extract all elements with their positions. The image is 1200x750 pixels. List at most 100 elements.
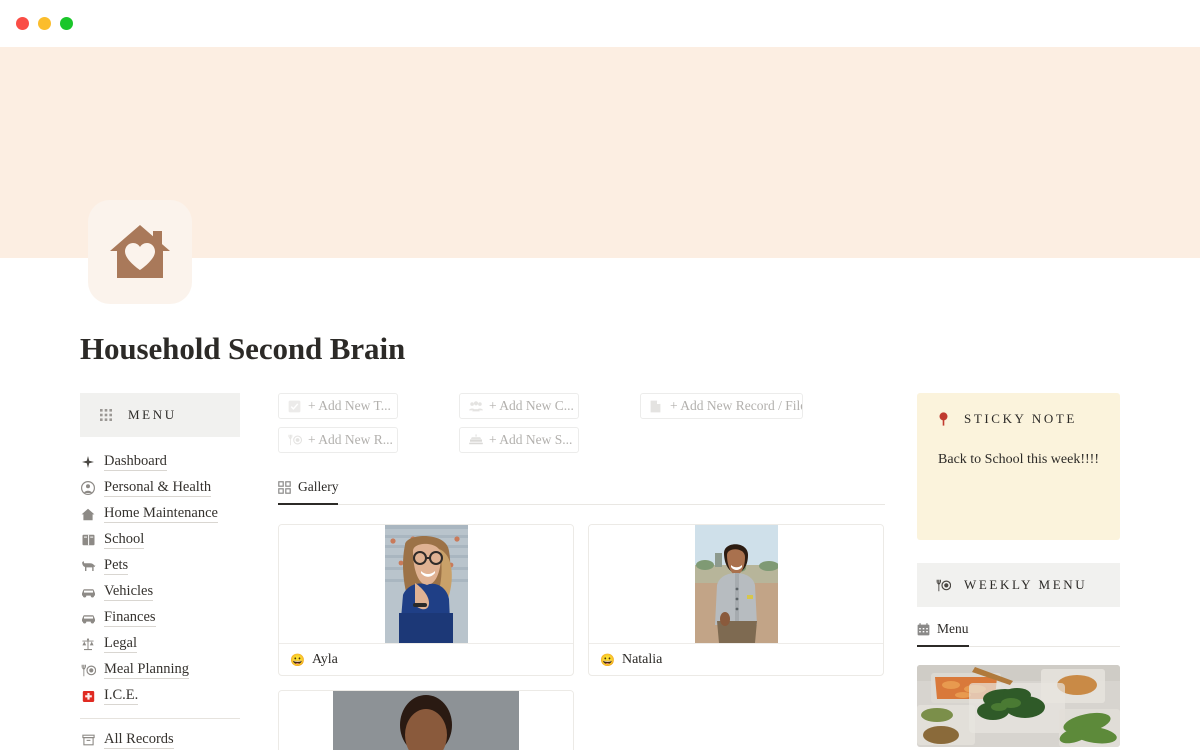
card-photo [279,525,573,643]
add-new-recipe-button[interactable]: + Add New R... [278,427,398,453]
compass-icon [80,454,96,470]
card-photo [279,691,573,750]
sidebar-divider [80,718,240,719]
add-button-label: + Add New C... [489,398,574,413]
minimize-button[interactable] [38,17,51,30]
fork-plate-icon [935,577,951,593]
add-button-label: + Add New T... [308,398,391,413]
window-titlebar [0,0,1200,47]
weekly-menu-title: WEEKLY MENU [964,577,1088,592]
calendar-icon [917,622,930,636]
grid-squares-icon [278,480,291,494]
add-buttons-row-1: + Add New T... + Add New C... + Add New … [278,393,885,419]
tab-gallery[interactable]: Gallery [278,479,339,505]
fork-plate-icon [80,662,96,678]
food-containers-photo [917,665,1120,747]
weekly-menu-header: WEEKLY MENU [917,563,1120,607]
house-icon [80,506,96,522]
sidebar-item-school[interactable]: School [80,527,240,553]
sidebar-item-label: Home Maintenance [104,505,218,524]
add-new-special-button[interactable]: + Add New S... [459,427,579,453]
tab-label: Menu [937,621,969,636]
gallery-card[interactable]: 😀 Natalia [588,524,884,676]
first-aid-kit-icon [80,688,96,704]
sidebar-heading: MENU [80,393,240,437]
sidebar-item-label: School [104,531,145,550]
dog-icon [80,558,96,574]
car-icon [80,584,96,600]
add-new-record-file-button[interactable]: + Add New Record / File [640,393,803,419]
content-columns: MENU Dashboard Personal & Health Home Ma… [80,393,1120,750]
sidebar-item-personal-health[interactable]: Personal & Health [80,475,240,501]
sidebar-item-ice[interactable]: I.C.E. [80,683,240,709]
smile-emoji: 😀 [600,652,615,667]
sidebar-item-home-maintenance[interactable]: Home Maintenance [80,501,240,527]
card-footer: 😀 Ayla [279,643,573,675]
woman-glasses-photo [384,525,468,643]
sidebar-item-finances[interactable]: Finances [80,605,240,631]
sidebar-item-label: Legal [104,635,138,654]
sticky-note-header: STICKY NOTE [935,411,1102,427]
sidebar-item-pets[interactable]: Pets [80,553,240,579]
car-icon [80,610,96,626]
add-button-label: + Add New S... [489,432,573,447]
sidebar-item-label: Personal & Health [104,479,212,498]
sidebar-heading-label: MENU [128,407,177,422]
sidebar-item-label: Meal Planning [104,661,189,680]
gallery-tabs: Gallery [278,479,885,505]
card-title: Natalia [621,651,663,667]
grid-dots-icon [98,407,114,423]
person-icon [80,480,96,496]
add-buttons-row-2: + Add New R... + Add New S... [278,427,885,453]
pushpin-icon [935,411,951,427]
sticky-note-title: STICKY NOTE [964,411,1077,426]
add-new-task-button[interactable]: + Add New T... [278,393,398,419]
card-photo [589,525,883,643]
checkbox-icon [288,400,301,413]
sidebar-item-label: Pets [104,557,129,576]
sidebar: MENU Dashboard Personal & Health Home Ma… [80,393,240,750]
tab-menu[interactable]: Menu [917,621,969,647]
people-icon [469,400,483,413]
add-button-label: + Add New Record / File [670,398,803,413]
scales-icon [80,636,96,652]
archive-box-icon [80,732,96,748]
weekly-menu-image [917,665,1120,747]
add-button-label: + Add New R... [308,432,393,447]
sidebar-item-label: Vehicles [104,583,154,602]
sidebar-item-label: All Records [104,731,174,750]
sidebar-item-label: Finances [104,609,156,628]
page-title: Household Second Brain [80,331,406,366]
person-gray-photo [333,691,519,750]
house-heart-icon [88,200,192,304]
gallery-grid: 😀 Ayla 😀 Natalia [278,524,885,750]
sidebar-item-vehicles[interactable]: Vehicles [80,579,240,605]
tab-label: Gallery [298,479,339,494]
sidebar-item-label: I.C.E. [104,687,139,706]
file-icon [650,400,663,413]
window-controls [16,17,73,30]
sidebar-item-meal-planning[interactable]: Meal Planning [80,657,240,683]
close-button[interactable] [16,17,29,30]
sidebar-item-label: Dashboard [104,453,167,472]
book-icon [80,532,96,548]
main-content: + Add New T... + Add New C... + Add New … [240,393,917,750]
fork-plate-icon [288,434,303,447]
add-new-contact-button[interactable]: + Add New C... [459,393,579,419]
smile-emoji: 😀 [290,652,305,667]
right-sidebar: STICKY NOTE Back to School this week!!!!… [917,393,1120,747]
cake-icon [469,433,483,447]
sidebar-item-all-records[interactable]: All Records [80,727,240,750]
card-title: Ayla [311,651,338,667]
weekly-menu-tabs: Menu [917,621,1120,647]
sidebar-item-dashboard[interactable]: Dashboard [80,449,240,475]
page-body: Household Second Brain MENU Dashboard Pe… [0,200,1200,750]
sidebar-item-legal[interactable]: Legal [80,631,240,657]
zoom-button[interactable] [60,17,73,30]
card-footer: 😀 Natalia [589,643,883,675]
gallery-card[interactable]: 😀 Ayla [278,524,574,676]
gallery-card[interactable] [278,690,574,750]
sticky-note-body: Back to School this week!!!! [938,452,1099,467]
sticky-note-panel: STICKY NOTE Back to School this week!!!! [917,393,1120,540]
child-outdoors-photo [694,525,778,643]
